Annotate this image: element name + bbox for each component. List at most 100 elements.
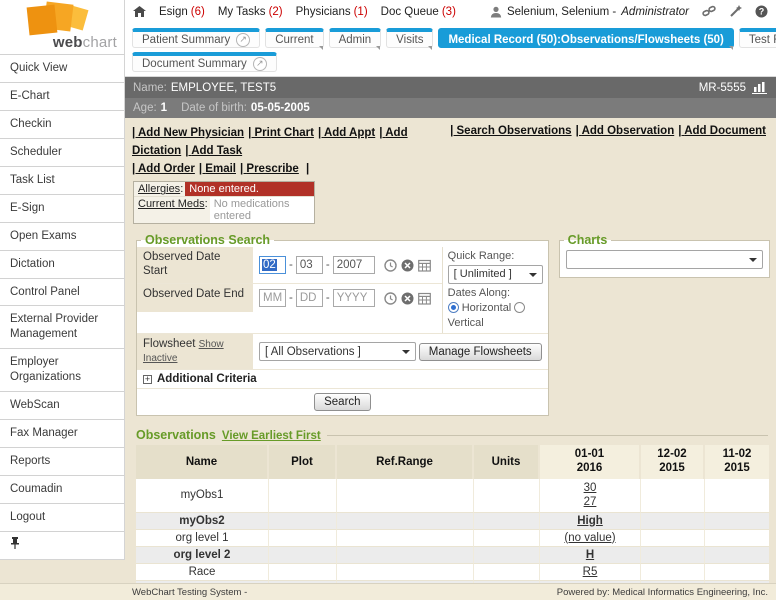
sidebar-item-dictation[interactable]: Dictation bbox=[0, 250, 124, 278]
flowsheet-select[interactable]: [ All Observations ] bbox=[259, 342, 416, 361]
obs-value-link[interactable]: (no value) bbox=[564, 532, 615, 544]
sidebar-item-checkin[interactable]: Checkin bbox=[0, 110, 124, 138]
sidebar-item-scheduler[interactable]: Scheduler bbox=[0, 138, 124, 166]
webchart-logo-icon bbox=[28, 3, 98, 37]
home-icon[interactable] bbox=[133, 6, 146, 18]
tab-admin[interactable]: Admin bbox=[329, 28, 382, 48]
link-search-observations[interactable]: Search Observations bbox=[450, 125, 571, 137]
observed-date-end-label: Observed Date End bbox=[137, 284, 253, 312]
obs-name: Race bbox=[136, 564, 269, 581]
topnav-doc-queue-label: Doc Queue bbox=[381, 6, 439, 18]
link-add-observation[interactable]: Add Observation bbox=[576, 125, 675, 137]
col-name: Name bbox=[136, 445, 269, 479]
flowsheet-value: [ All Observations ] bbox=[265, 346, 361, 358]
topnav-doc-queue-count: (3) bbox=[442, 6, 456, 18]
wand-icon[interactable] bbox=[729, 5, 742, 18]
help-icon[interactable]: ? bbox=[755, 5, 768, 18]
external-link-icon[interactable] bbox=[236, 33, 250, 47]
user-menu[interactable]: Selenium, Selenium - Administrator bbox=[490, 6, 689, 18]
quick-range-value: [ Unlimited ] bbox=[454, 267, 512, 282]
obs-value-link[interactable]: R5 bbox=[583, 566, 598, 578]
sidebar: webchart Quick View E-Chart Checkin Sche… bbox=[0, 0, 125, 560]
table-row: Race R5 bbox=[136, 564, 769, 581]
tab-visits[interactable]: Visits bbox=[386, 28, 433, 48]
webchart-logo[interactable]: webchart bbox=[0, 0, 124, 54]
manage-flowsheets-button[interactable]: Manage Flowsheets bbox=[419, 343, 542, 361]
topnav-esign[interactable]: Esign (6) bbox=[159, 6, 205, 18]
charts-panel: Charts bbox=[559, 233, 770, 278]
charts-select[interactable] bbox=[566, 250, 763, 269]
link-prescribe[interactable]: Prescribe bbox=[240, 163, 299, 175]
sidebar-item-reports[interactable]: Reports bbox=[0, 447, 124, 475]
sidebar-item-e-chart[interactable]: E-Chart bbox=[0, 82, 124, 110]
obs-value-link[interactable]: 27 bbox=[542, 495, 638, 509]
start-day-input[interactable] bbox=[296, 256, 323, 274]
view-earliest-first-link[interactable]: View Earliest First bbox=[222, 430, 321, 442]
obs-name: myObs1 bbox=[136, 479, 269, 513]
dates-along-horizontal-radio[interactable] bbox=[448, 302, 459, 313]
tab-document-summary[interactable]: Document Summary bbox=[132, 52, 277, 72]
sidebar-item-external-provider-management[interactable]: External Provider Management bbox=[0, 305, 124, 348]
clear-date-icon[interactable] bbox=[401, 259, 414, 272]
link-add-document[interactable]: Add Document bbox=[678, 125, 766, 137]
dates-along-vertical-radio[interactable] bbox=[514, 302, 525, 313]
tab-test-results-label: Test Results bbox=[749, 34, 776, 46]
patient-mrn-link[interactable]: MR-5555 bbox=[699, 81, 768, 94]
table-row: org level 1 (no value) bbox=[136, 530, 769, 547]
sidebar-item-coumadin[interactable]: Coumadin bbox=[0, 475, 124, 503]
sidebar-item-employer-organizations[interactable]: Employer Organizations bbox=[0, 348, 124, 391]
clear-date-icon[interactable] bbox=[401, 292, 414, 305]
calendar-icon[interactable] bbox=[418, 292, 431, 305]
table-row: myObs1 3027 bbox=[136, 479, 769, 513]
sidebar-item-fax-manager[interactable]: Fax Manager bbox=[0, 419, 124, 447]
calendar-icon[interactable] bbox=[418, 259, 431, 272]
tab-test-results[interactable]: Test Results bbox=[739, 28, 776, 48]
topnav-doc-queue[interactable]: Doc Queue (3) bbox=[381, 6, 456, 18]
obs-value-link[interactable]: H bbox=[586, 549, 594, 561]
external-link-icon[interactable] bbox=[253, 57, 267, 71]
link-add-task[interactable]: Add Task bbox=[185, 145, 242, 157]
sidebar-item-task-list[interactable]: Task List bbox=[0, 166, 124, 194]
end-day-input[interactable] bbox=[296, 289, 323, 307]
tab-document-summary-label: Document Summary bbox=[142, 58, 247, 70]
current-meds-link[interactable]: Current Meds bbox=[134, 197, 210, 223]
tab-current[interactable]: Current bbox=[265, 28, 323, 48]
sidebar-pin-button[interactable] bbox=[0, 531, 124, 559]
obs-name: org level 1 bbox=[136, 530, 269, 547]
sidebar-item-logout[interactable]: Logout bbox=[0, 503, 124, 531]
start-year-input[interactable] bbox=[333, 256, 375, 274]
pin-icon bbox=[10, 537, 20, 549]
time-icon[interactable] bbox=[384, 259, 397, 272]
obs-value-link[interactable]: 30 bbox=[542, 481, 638, 495]
col-ref-range: Ref.Range bbox=[337, 445, 474, 479]
additional-criteria-toggle[interactable]: Additional Criteria bbox=[137, 369, 548, 388]
link-add-new-physician[interactable]: Add New Physician bbox=[132, 127, 244, 139]
link-email[interactable]: Email bbox=[199, 163, 236, 175]
sidebar-item-open-exams[interactable]: Open Exams bbox=[0, 222, 124, 250]
sidebar-item-quick-view[interactable]: Quick View bbox=[0, 54, 124, 82]
topnav-esign-label: Esign bbox=[159, 6, 188, 18]
link-icon[interactable] bbox=[702, 5, 716, 18]
quick-range-select[interactable]: [ Unlimited ] bbox=[448, 265, 543, 284]
sidebar-item-webscan[interactable]: WebScan bbox=[0, 391, 124, 419]
col-units: Units bbox=[474, 445, 540, 479]
sidebar-item-e-sign[interactable]: E-Sign bbox=[0, 194, 124, 222]
search-button[interactable]: Search bbox=[314, 393, 370, 411]
obs-value-link[interactable]: High bbox=[577, 515, 603, 527]
tab-medical-record-observations[interactable]: Medical Record (50):Observations/Flowshe… bbox=[438, 28, 733, 48]
end-month-input[interactable] bbox=[259, 289, 286, 307]
time-icon[interactable] bbox=[384, 292, 397, 305]
tab-patient-summary[interactable]: Patient Summary bbox=[132, 28, 260, 48]
topnav-my-tasks[interactable]: My Tasks (2) bbox=[218, 6, 283, 18]
start-month-input[interactable]: 02 bbox=[259, 256, 286, 274]
end-year-input[interactable] bbox=[333, 289, 375, 307]
patient-dob: 05-05-2005 bbox=[251, 102, 310, 114]
link-add-order[interactable]: Add Order bbox=[132, 163, 195, 175]
allergies-link[interactable]: Allergies bbox=[134, 182, 185, 196]
topnav-my-tasks-label: My Tasks bbox=[218, 6, 266, 18]
topnav-physicians[interactable]: Physicians (1) bbox=[296, 6, 368, 18]
tab-medical-record-label: Medical Record (50):Observations/Flowshe… bbox=[448, 34, 723, 46]
link-add-appt[interactable]: Add Appt bbox=[318, 127, 375, 139]
sidebar-item-control-panel[interactable]: Control Panel bbox=[0, 278, 124, 306]
link-print-chart[interactable]: Print Chart bbox=[248, 127, 314, 139]
